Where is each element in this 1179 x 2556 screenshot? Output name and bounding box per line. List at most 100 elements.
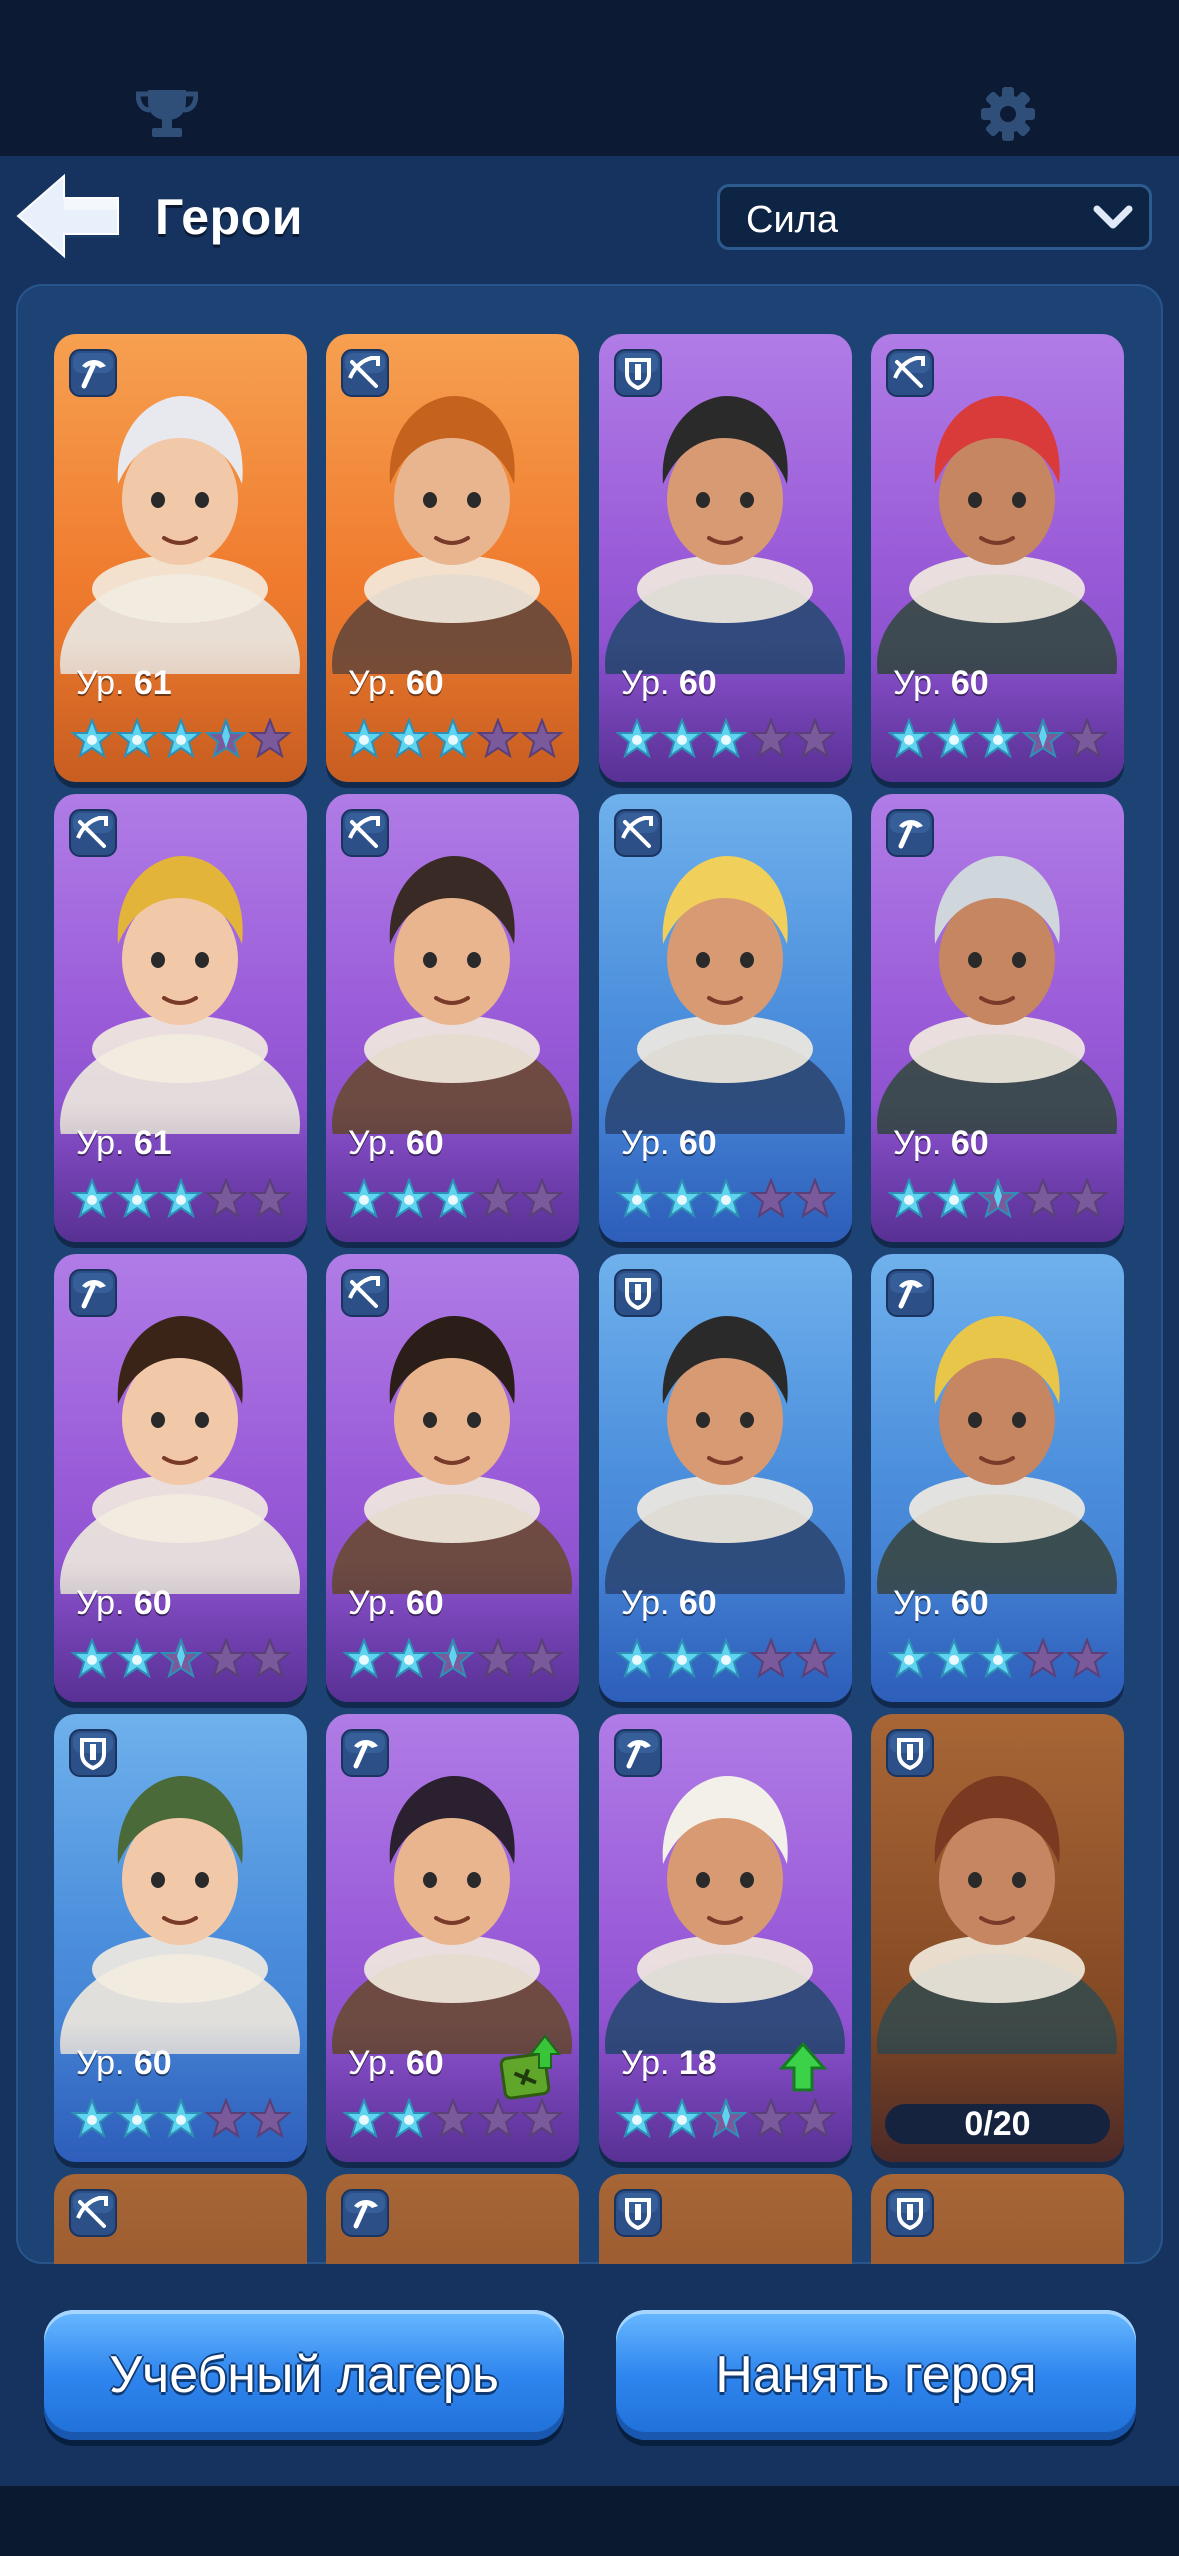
hero-card[interactable]: Ур. 60: [871, 794, 1124, 1242]
hero-level: Ур. 60: [893, 664, 989, 703]
crossbow-class-icon: [340, 808, 390, 858]
star-empty-icon: [1065, 717, 1109, 762]
shield-class-icon: [613, 2188, 663, 2238]
hero-level: Ур. 60: [348, 1124, 444, 1163]
hero-card[interactable]: Ур. 61: [54, 794, 307, 1242]
star-rating: [615, 1177, 843, 1224]
hero-card[interactable]: Ур. 18: [599, 1714, 852, 2162]
star-empty-icon: [793, 1637, 837, 1682]
level-prefix: Ур.: [76, 1584, 134, 1622]
hero-level: Ур. 60: [76, 2044, 172, 2083]
star-half-icon: [431, 1637, 475, 1682]
star-empty-icon: [748, 1177, 793, 1222]
skill-book-upgrade-icon[interactable]: [495, 2032, 565, 2102]
star-full-icon: [342, 1637, 386, 1682]
hire-hero-button[interactable]: Нанять героя: [616, 2310, 1136, 2440]
shield-class-icon: [885, 1728, 935, 1778]
level-prefix: Ур.: [348, 2044, 406, 2082]
pickaxe-class-icon: [340, 1728, 390, 1778]
hero-card[interactable]: Ур. 60: [599, 334, 852, 782]
star-full-icon: [342, 717, 386, 762]
star-half-icon: [704, 2097, 748, 2142]
hero-card[interactable]: Ур. 60: [326, 1714, 579, 2162]
star-full-icon: [114, 1637, 159, 1682]
star-full-icon: [887, 1177, 931, 1222]
hero-card[interactable]: Ур. 60: [599, 794, 852, 1242]
star-empty-icon: [248, 1637, 292, 1682]
star-full-icon: [976, 1637, 1020, 1682]
chevron-down-icon: [1093, 205, 1133, 229]
star-full-icon: [659, 717, 704, 762]
level-value: 60: [678, 664, 717, 702]
pickaxe-class-icon: [885, 808, 935, 858]
hero-card[interactable]: [54, 2174, 307, 2264]
top-bar: [0, 0, 1179, 156]
sort-dropdown[interactable]: Сила: [717, 184, 1152, 250]
hero-card[interactable]: Ур. 61: [54, 334, 307, 782]
hero-card[interactable]: Ур. 60: [54, 1254, 307, 1702]
star-rating: [887, 1637, 1115, 1684]
hero-card[interactable]: [326, 2174, 579, 2264]
crossbow-class-icon: [613, 808, 663, 858]
back-button[interactable]: [14, 170, 124, 262]
page-title: Герои: [155, 189, 303, 245]
hero-card[interactable]: [599, 2174, 852, 2264]
hero-card[interactable]: Ур. 60: [326, 1254, 579, 1702]
star-rating: [615, 717, 843, 764]
level-value: 61: [133, 1124, 172, 1162]
star-empty-icon: [748, 717, 793, 762]
level-prefix: Ур.: [348, 664, 406, 702]
crossbow-class-icon: [340, 1268, 390, 1318]
level-prefix: Ур.: [348, 1124, 406, 1162]
star-rating: [70, 1177, 298, 1224]
star-empty-icon: [475, 1637, 520, 1682]
hero-card[interactable]: Ур. 60: [326, 794, 579, 1242]
sort-dropdown-value: Сила: [746, 199, 838, 241]
star-empty-icon: [475, 1177, 520, 1222]
level-prefix: Ур.: [621, 664, 679, 702]
level-value: 61: [133, 664, 172, 702]
hero-level: Ур. 60: [621, 1584, 717, 1623]
crossbow-class-icon: [885, 348, 935, 398]
crossbow-class-icon: [68, 2188, 118, 2238]
pickaxe-class-icon: [885, 1268, 935, 1318]
level-prefix: Ур.: [76, 664, 134, 702]
star-empty-icon: [793, 1177, 837, 1222]
star-full-icon: [342, 2097, 386, 2142]
star-rating: [342, 717, 570, 764]
star-empty-icon: [520, 717, 564, 762]
star-full-icon: [70, 1637, 114, 1682]
hero-card[interactable]: [871, 2174, 1124, 2264]
star-full-icon: [615, 1637, 659, 1682]
star-full-icon: [615, 717, 659, 762]
star-full-icon: [70, 1177, 114, 1222]
star-full-icon: [386, 1637, 431, 1682]
hero-card[interactable]: 0/20: [871, 1714, 1124, 2162]
star-rating: [615, 1637, 843, 1684]
level-prefix: Ур.: [621, 1124, 679, 1162]
level-value: 60: [405, 2044, 444, 2082]
hero-card[interactable]: Ур. 60: [599, 1254, 852, 1702]
star-full-icon: [159, 717, 203, 762]
trophy-icon[interactable]: [135, 88, 199, 143]
hero-card[interactable]: Ур. 60: [871, 334, 1124, 782]
star-full-icon: [704, 1637, 748, 1682]
hero-grid: Ур. 61 Ур. 60 Ур. 60 Ур. 60 Ур. 61 Ур. 6…: [16, 284, 1163, 2264]
gear-icon[interactable]: [980, 86, 1036, 147]
hero-level: Ур. 60: [893, 1124, 989, 1163]
training-camp-button[interactable]: Учебный лагерь: [44, 2310, 564, 2440]
level-up-arrow-icon[interactable]: [768, 2032, 838, 2102]
star-rating: [615, 2097, 843, 2144]
star-empty-icon: [431, 2097, 475, 2142]
star-empty-icon: [1020, 1177, 1065, 1222]
star-rating: [342, 1177, 570, 1224]
star-full-icon: [659, 1177, 704, 1222]
star-empty-icon: [248, 1177, 292, 1222]
pickaxe-class-icon: [68, 348, 118, 398]
shield-class-icon: [613, 1268, 663, 1318]
shard-progress: 0/20: [885, 2104, 1110, 2144]
hero-card[interactable]: Ур. 60: [871, 1254, 1124, 1702]
hero-card[interactable]: Ур. 60: [54, 1714, 307, 2162]
hero-level: Ур. 60: [621, 664, 717, 703]
hero-card[interactable]: Ур. 60: [326, 334, 579, 782]
